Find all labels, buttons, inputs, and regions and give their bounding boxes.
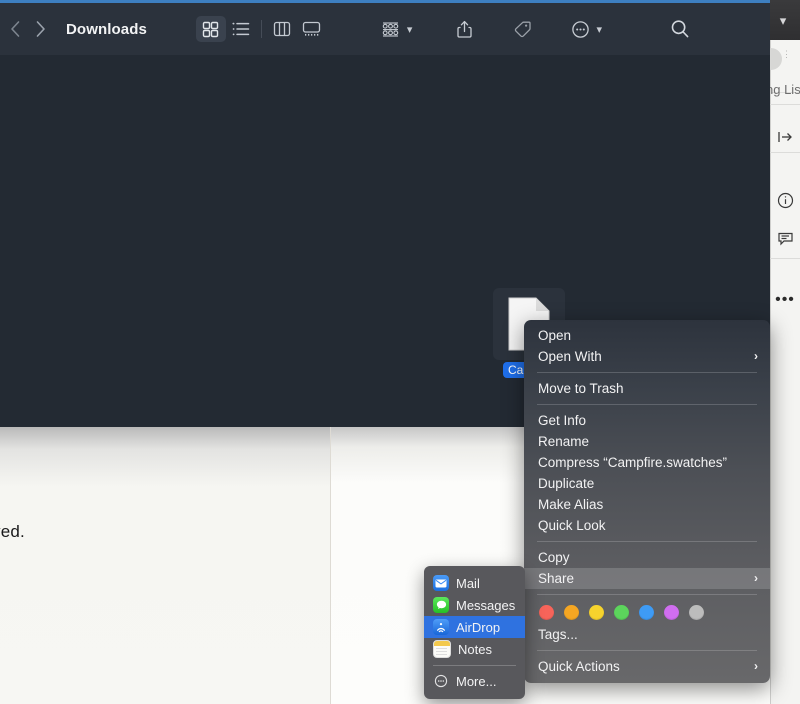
menu-item-label: Share: [538, 571, 575, 586]
menu-item-label: Copy: [538, 550, 570, 565]
more-actions-button[interactable]: [565, 16, 595, 42]
share-button[interactable]: [449, 16, 479, 42]
group-by-button[interactable]: [376, 16, 406, 42]
page-title: Downloads: [66, 20, 147, 38]
background-document-divider: [330, 427, 331, 704]
toolbar-divider: [260, 20, 262, 38]
menu-item-move-to-trash[interactable]: Move to Trash: [524, 378, 770, 399]
menu-item-tags[interactable]: Tags...: [524, 624, 770, 645]
screen: ved. ⋮ ng List ••• ▾: [0, 0, 800, 704]
more-actions-chevron-down-icon[interactable]: ▾: [596, 23, 602, 36]
background-app-top-strip: ▾: [766, 0, 800, 40]
background-document-text: ved.: [0, 522, 25, 541]
share-item-airdrop[interactable]: AirDrop: [424, 616, 525, 638]
menu-item-compress[interactable]: Compress “Campfire.swatches”: [524, 452, 770, 473]
tag-color-blue[interactable]: [639, 605, 654, 620]
tag-color-gray[interactable]: [689, 605, 704, 620]
menu-item-rename[interactable]: Rename: [524, 431, 770, 452]
menu-separator: [537, 541, 757, 542]
list-view-button[interactable]: [226, 16, 256, 42]
share-item-label: Notes: [458, 641, 492, 657]
finder-toolbar: Downloads ▾ ▾: [0, 3, 770, 55]
menu-separator: [537, 372, 757, 373]
bg-right-divider-2: [770, 104, 800, 105]
navigation-arrows: [10, 20, 46, 38]
context-menu: Open Open With › Move to Trash Get Info …: [524, 320, 770, 683]
menu-separator: [537, 594, 757, 595]
share-item-messages[interactable]: Messages: [424, 594, 525, 616]
search-button[interactable]: [665, 16, 695, 42]
chevron-right-icon: ›: [754, 349, 758, 363]
share-item-label: AirDrop: [456, 619, 501, 635]
ellipsis-circle-icon: [433, 673, 449, 689]
ellipsis-icon[interactable]: •••: [770, 285, 800, 315]
share-menu-separator: [433, 665, 516, 666]
icon-view-button[interactable]: [195, 16, 226, 42]
menu-item-label: Open With: [538, 349, 602, 364]
share-submenu: Mail Messages AirDrop Notes More...: [424, 566, 525, 699]
menu-item-label: Quick Actions: [538, 659, 620, 674]
menu-item-label: Quick Look: [538, 518, 606, 533]
menu-item-duplicate[interactable]: Duplicate: [524, 473, 770, 494]
messages-icon: [433, 597, 449, 613]
menu-item-quick-look[interactable]: Quick Look: [524, 515, 770, 536]
share-item-mail[interactable]: Mail: [424, 572, 525, 594]
bg-right-divider-4: [770, 258, 800, 259]
vertical-ellipsis-icon[interactable]: ⋮: [782, 50, 791, 59]
airdrop-icon: [433, 619, 449, 635]
forward-button[interactable]: [35, 20, 46, 38]
tag-color-green[interactable]: [614, 605, 629, 620]
share-item-more[interactable]: More...: [424, 670, 525, 692]
menu-item-copy[interactable]: Copy: [524, 547, 770, 568]
share-item-label: More...: [456, 673, 497, 689]
menu-item-make-alias[interactable]: Make Alias: [524, 494, 770, 515]
view-mode-group: [195, 16, 327, 42]
menu-item-quick-actions[interactable]: Quick Actions ›: [524, 656, 770, 677]
chevron-down-icon[interactable]: ▾: [780, 14, 787, 27]
column-view-button[interactable]: [267, 16, 297, 42]
info-icon[interactable]: [770, 185, 800, 215]
menu-item-label: Open: [538, 328, 572, 343]
back-button[interactable]: [10, 20, 21, 38]
menu-item-open[interactable]: Open: [524, 325, 770, 346]
group-by-chevron-down-icon[interactable]: ▾: [407, 23, 413, 36]
menu-item-share[interactable]: Share ›: [524, 568, 770, 589]
menu-item-label: Compress “Campfire.swatches”: [538, 455, 728, 470]
comment-icon[interactable]: [770, 223, 800, 253]
tag-color-row: [524, 600, 770, 624]
chevron-right-icon: ›: [754, 659, 758, 673]
chevron-right-icon: ›: [754, 571, 758, 585]
toolbar-actions: ▾ ▾: [376, 16, 695, 42]
bg-right-divider-3: [770, 152, 800, 153]
menu-item-label: Duplicate: [538, 476, 595, 491]
menu-item-label: Get Info: [538, 413, 587, 428]
mail-icon: [433, 575, 449, 591]
tag-color-red[interactable]: [539, 605, 554, 620]
menu-item-label: Rename: [538, 434, 590, 449]
menu-item-label: Make Alias: [538, 497, 604, 512]
notes-icon: [433, 640, 451, 658]
menu-separator: [537, 650, 757, 651]
menu-item-open-with[interactable]: Open With ›: [524, 346, 770, 367]
share-item-label: Mail: [456, 575, 480, 591]
tag-color-orange[interactable]: [564, 605, 579, 620]
menu-item-label: Move to Trash: [538, 381, 624, 396]
menu-item-get-info[interactable]: Get Info: [524, 410, 770, 431]
menu-item-label: Tags...: [538, 627, 578, 642]
gallery-view-button[interactable]: [297, 16, 327, 42]
share-item-label: Messages: [456, 597, 516, 613]
background-right-app-label: ng List: [766, 82, 800, 97]
menu-separator: [537, 404, 757, 405]
tag-button[interactable]: [507, 16, 537, 42]
share-item-notes[interactable]: Notes: [424, 638, 525, 660]
tag-color-purple[interactable]: [664, 605, 679, 620]
tag-color-yellow[interactable]: [589, 605, 604, 620]
sidebar-toggle-icon[interactable]: [770, 122, 800, 152]
